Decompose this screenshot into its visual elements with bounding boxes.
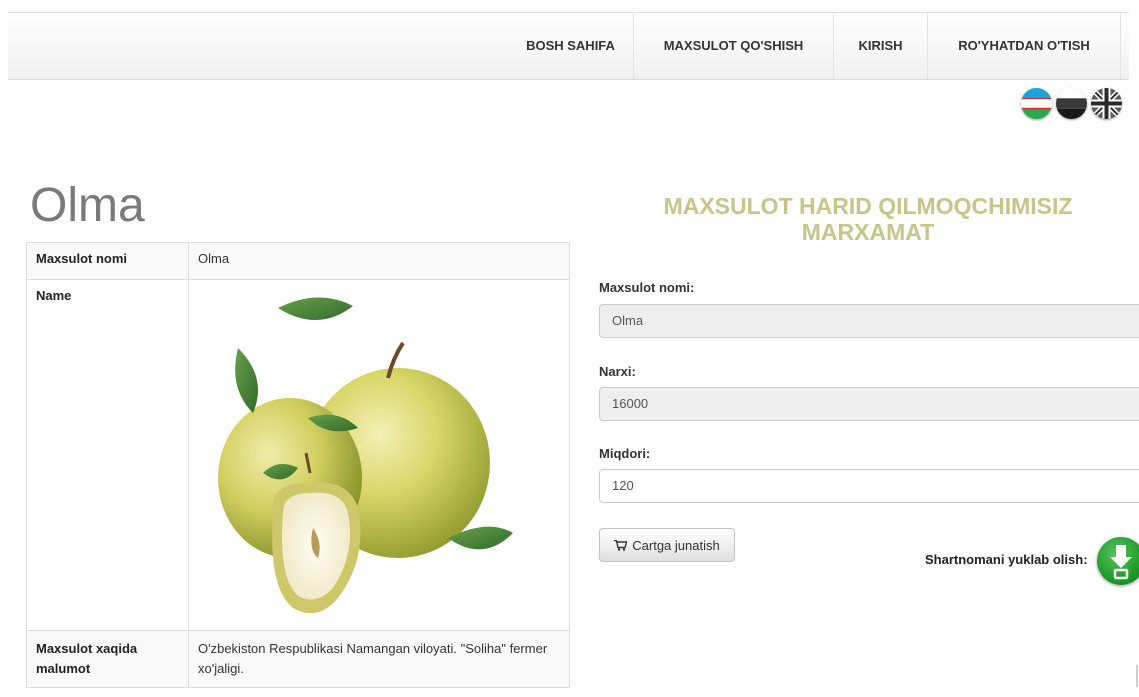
row-value-description: O'zbekiston Respublikasi Namangan viloya… [188,630,570,688]
uz-flag-icon[interactable] [1021,88,1052,119]
nav-home-link[interactable]: BOSH SAHIFA [508,13,633,79]
download-contract-label: Shartnomani yuklab olish: [925,552,1088,567]
table-row: Maxsulot nomi Olma [26,242,570,280]
product-title: Olma [30,179,145,232]
language-switcher [1021,88,1122,119]
product-info-table: Maxsulot nomi Olma Name Maxsulot xaqida … [26,242,570,688]
row-key-description: Maxsulot xaqida malumot [26,630,189,688]
cart-icon [614,539,628,551]
nav-register-link[interactable]: RO'YHATDAN O'TISH [927,13,1121,79]
nav-add-product-link[interactable]: MAXSULOT QO'SHISH [633,13,833,79]
nav-login-link[interactable]: KIRISH [833,13,927,79]
row-key-product-name: Maxsulot nomi [26,242,189,280]
quantity-input[interactable]: 120 [599,469,1139,503]
scrollbar-edge [1136,665,1138,687]
row-key-name: Name [26,279,189,631]
top-navbar: BOSH SAHIFA MAXSULOT QO'SHISH KIRISH RO'… [8,12,1129,80]
add-to-cart-label: Cartga junatish [632,537,720,553]
table-row: Maxsulot xaqida malumot O'zbekiston Resp… [26,630,570,688]
table-row: Name [26,279,570,631]
product-name-label: Maxsulot nomi: [599,280,695,295]
download-icon[interactable] [1097,537,1139,585]
quantity-label: Miqdori: [599,446,651,461]
product-image-cell [188,279,570,631]
price-field[interactable]: 16000 [599,387,1139,421]
row-value-product-name: Olma [188,242,570,280]
nav-menu: BOSH SAHIFA MAXSULOT QO'SHISH KIRISH RO'… [508,13,1129,79]
add-to-cart-button[interactable]: Cartga junatish [599,528,735,562]
ru-flag-icon[interactable] [1056,88,1087,119]
uk-flag-icon[interactable] [1091,88,1122,119]
price-label: Narxi: [599,364,636,379]
order-heading: MAXSULOT HARID QILMOQCHIMISIZ MARXAMAT [663,193,1073,245]
apple-image [218,297,513,614]
product-name-field[interactable]: Olma [599,304,1139,338]
